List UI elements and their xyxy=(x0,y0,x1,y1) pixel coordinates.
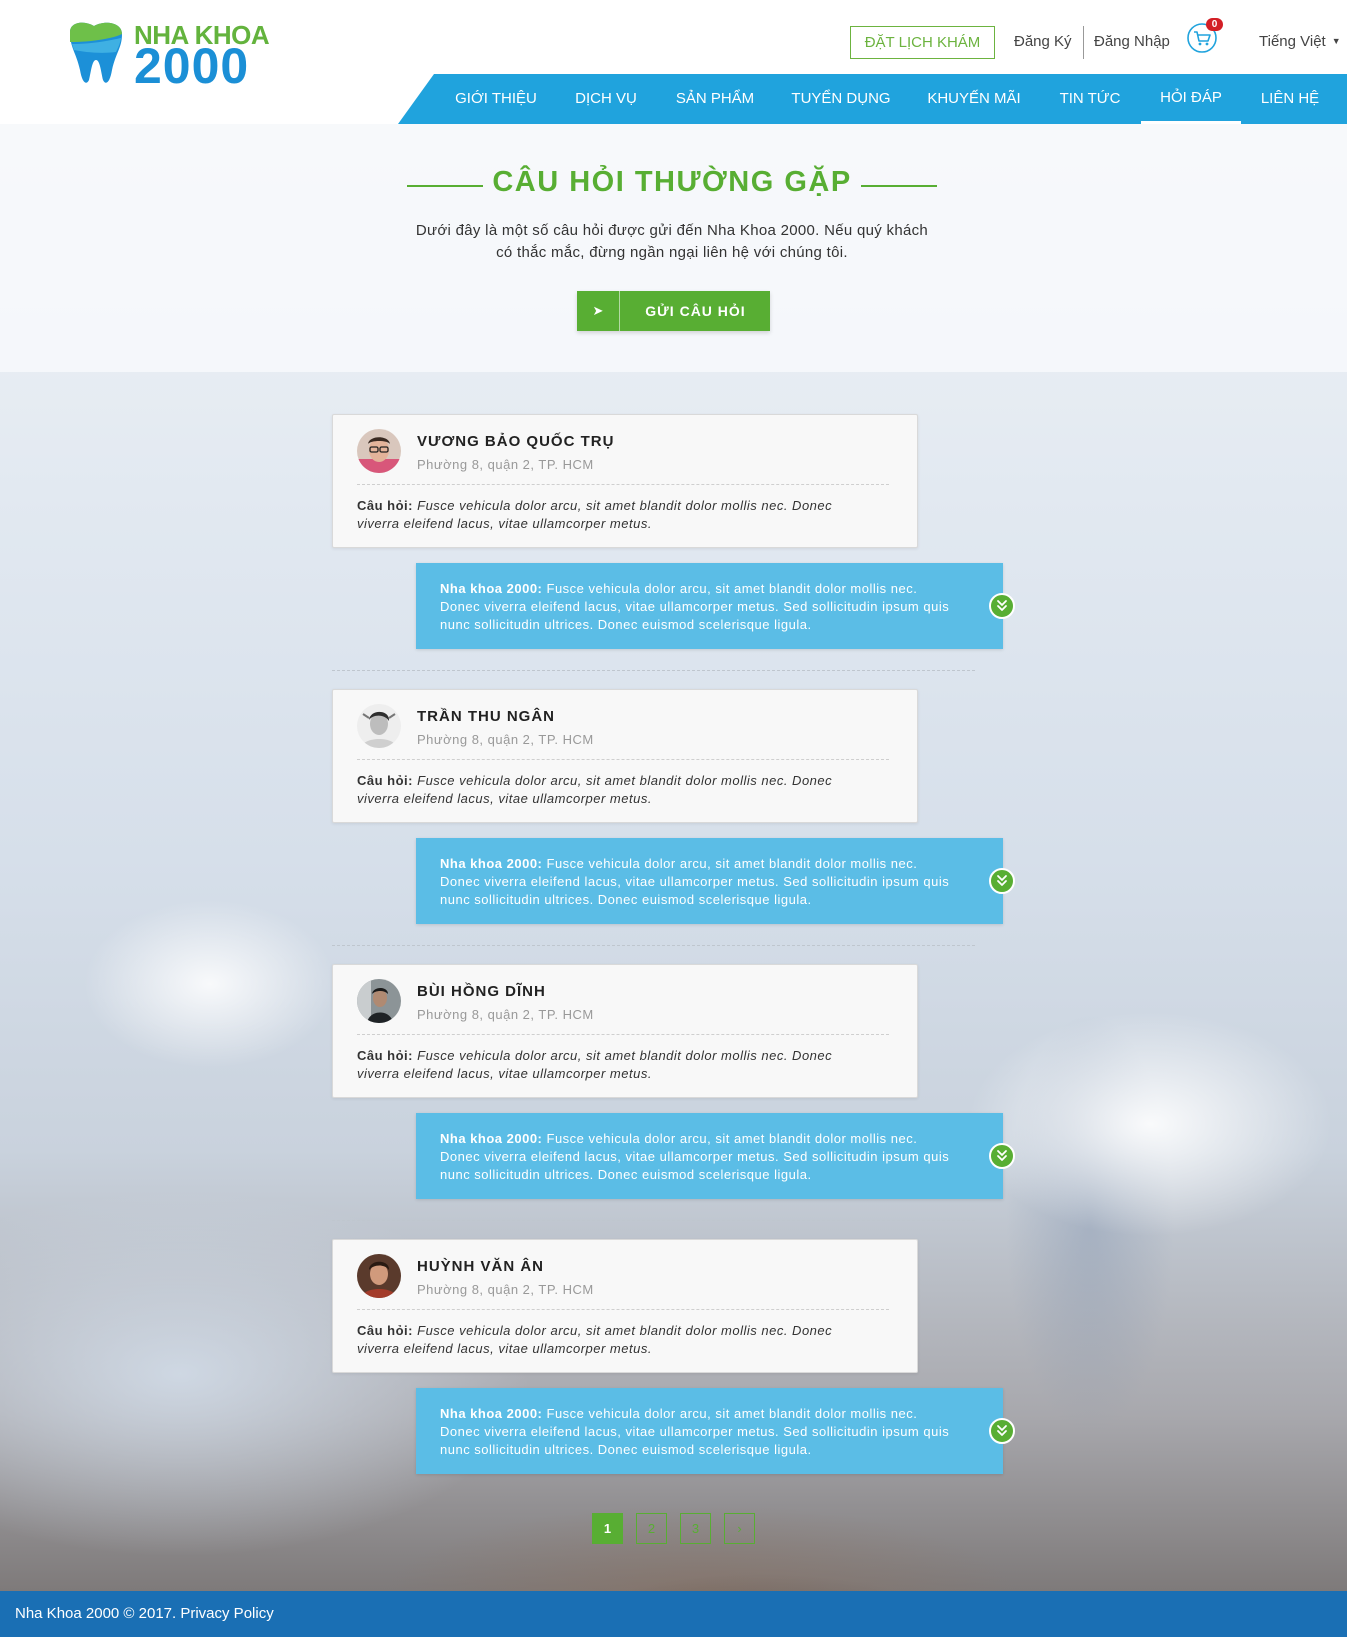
intro-description-line-2: có thắc mắc, đừng ngần ngại liên hệ với … xyxy=(496,244,848,261)
nav-item-tuyen-dung[interactable]: TUYỂN DỤNG xyxy=(784,74,898,124)
send-icon: ➤ xyxy=(577,291,620,331)
asker-name: BÙI HỒNG DĨNH xyxy=(417,983,546,1000)
question-card: VƯƠNG BẢO QUỐC TRỤ Phường 8, quận 2, TP.… xyxy=(332,414,918,548)
chevron-double-down-icon xyxy=(997,1150,1007,1161)
card-separator xyxy=(357,759,889,760)
page-button-3[interactable]: 3 xyxy=(680,1513,711,1544)
site-header: NHA KHOA 2000 ĐẶT LỊCH KHÁM Đăng Ký Đăng… xyxy=(0,0,1347,124)
question-prefix: Câu hỏi: xyxy=(357,1323,413,1338)
register-link[interactable]: Đăng Ký xyxy=(1014,33,1072,50)
question-card: TRẦN THU NGÂN Phường 8, quận 2, TP. HCM … xyxy=(332,689,918,823)
send-question-label: GỬI CÂU HỎI xyxy=(645,303,746,319)
page-button-2[interactable]: 2 xyxy=(636,1513,667,1544)
question-text: Câu hỏi: Fusce vehicula dolor arcu, sit … xyxy=(357,1047,877,1083)
section-title-wrap: CÂU HỎI THƯỜNG GẶP xyxy=(407,166,937,206)
faq-item-divider xyxy=(332,1220,975,1221)
login-link[interactable]: Đăng Nhập xyxy=(1094,33,1170,50)
answer-prefix: Nha khoa 2000: xyxy=(440,581,543,596)
footer-copyright: Nha Khoa 2000 © 2017. Privacy Policy xyxy=(15,1605,274,1622)
question-text: Câu hỏi: Fusce vehicula dolor arcu, sit … xyxy=(357,772,877,808)
question-body: Fusce vehicula dolor arcu, sit amet blan… xyxy=(357,498,833,531)
pagination: 1 2 3 › xyxy=(0,1513,1347,1545)
asker-address: Phường 8, quận 2, TP. HCM xyxy=(417,732,594,747)
card-separator xyxy=(357,1034,889,1035)
page-title: CÂU HỎI THƯỜNG GẶP xyxy=(492,166,852,198)
cart-button[interactable]: 0 xyxy=(1186,18,1226,54)
question-prefix: Câu hỏi: xyxy=(357,498,413,513)
answer-prefix: Nha khoa 2000: xyxy=(440,1131,543,1146)
question-text: Câu hỏi: Fusce vehicula dolor arcu, sit … xyxy=(357,1322,877,1358)
expand-answer-button[interactable] xyxy=(989,593,1015,619)
nav-item-dich-vu[interactable]: DỊCH VỤ xyxy=(566,74,646,124)
answer-text: Nha khoa 2000: Fusce vehicula dolor arcu… xyxy=(440,1405,960,1459)
chevron-double-down-icon xyxy=(997,1425,1007,1436)
asker-name: HUỲNH VĂN ÂN xyxy=(417,1258,545,1275)
main-navigation: GIỚI THIỆU DỊCH VỤ SẢN PHẨM TUYỂN DỤNG K… xyxy=(0,74,1347,124)
book-appointment-button[interactable]: ĐẶT LỊCH KHÁM xyxy=(850,26,995,59)
faq-intro: CÂU HỎI THƯỜNG GẶP Dưới đây là một số câ… xyxy=(0,124,1347,372)
answer-text: Nha khoa 2000: Fusce vehicula dolor arcu… xyxy=(440,580,960,634)
asker-name: TRẦN THU NGÂN xyxy=(417,708,555,725)
chevron-double-down-icon xyxy=(997,875,1007,886)
faq-item-divider xyxy=(332,670,975,671)
answer-text: Nha khoa 2000: Fusce vehicula dolor arcu… xyxy=(440,1130,960,1184)
avatar xyxy=(357,704,401,748)
asker-name: VƯƠNG BẢO QUỐC TRỤ xyxy=(417,433,615,450)
answer-text: Nha khoa 2000: Fusce vehicula dolor arcu… xyxy=(440,855,960,909)
caret-down-icon: ▼ xyxy=(1331,36,1341,46)
site-footer: Nha Khoa 2000 © 2017. Privacy Policy xyxy=(0,1591,1347,1637)
nav-item-gioi-thieu[interactable]: GIỚI THIỆU xyxy=(446,74,546,124)
expand-answer-button[interactable] xyxy=(989,1143,1015,1169)
answer-card: Nha khoa 2000: Fusce vehicula dolor arcu… xyxy=(416,563,1015,649)
question-prefix: Câu hỏi: xyxy=(357,773,413,788)
page-button-1[interactable]: 1 xyxy=(592,1513,623,1544)
asker-address: Phường 8, quận 2, TP. HCM xyxy=(417,1007,594,1022)
answer-prefix: Nha khoa 2000: xyxy=(440,1406,543,1421)
avatar xyxy=(357,979,401,1023)
asker-address: Phường 8, quận 2, TP. HCM xyxy=(417,457,594,472)
language-label: Tiếng Việt xyxy=(1259,33,1326,50)
avatar xyxy=(357,429,401,473)
asker-address: Phường 8, quận 2, TP. HCM xyxy=(417,1282,594,1297)
question-card: HUỲNH VĂN ÂN Phường 8, quận 2, TP. HCM C… xyxy=(332,1239,918,1373)
answer-prefix: Nha khoa 2000: xyxy=(440,856,543,871)
header-link-separator xyxy=(1083,26,1084,59)
intro-description-line-1: Dưới đây là một số câu hỏi được gửi đến … xyxy=(415,222,929,239)
avatar xyxy=(357,1254,401,1298)
card-separator xyxy=(357,484,889,485)
nav-item-khuyen-mai[interactable]: KHUYẾN MÃI xyxy=(918,74,1030,124)
intro-description: Dưới đây là một số câu hỏi được gửi đến … xyxy=(387,220,957,264)
question-body: Fusce vehicula dolor arcu, sit amet blan… xyxy=(357,1323,833,1356)
answer-card: Nha khoa 2000: Fusce vehicula dolor arcu… xyxy=(416,1113,1015,1199)
nav-item-hoi-dap[interactable]: HỎI ĐÁP xyxy=(1141,74,1241,124)
card-separator xyxy=(357,1309,889,1310)
answer-card: Nha khoa 2000: Fusce vehicula dolor arcu… xyxy=(416,1388,1015,1474)
title-decor-line-right xyxy=(861,185,937,187)
faq-item-divider xyxy=(332,945,975,946)
next-page-button[interactable]: › xyxy=(724,1513,755,1544)
question-card: BÙI HỒNG DĨNH Phường 8, quận 2, TP. HCM … xyxy=(332,964,918,1098)
question-prefix: Câu hỏi: xyxy=(357,1048,413,1063)
nav-item-lien-he[interactable]: LIÊN HỆ xyxy=(1248,74,1332,124)
language-selector[interactable]: Tiếng Việt ▼ xyxy=(1259,33,1341,50)
expand-answer-button[interactable] xyxy=(989,868,1015,894)
question-text: Câu hỏi: Fusce vehicula dolor arcu, sit … xyxy=(357,497,877,533)
send-question-button[interactable]: ➤ GỬI CÂU HỎI xyxy=(577,291,770,331)
question-body: Fusce vehicula dolor arcu, sit amet blan… xyxy=(357,773,833,806)
nav-item-san-pham[interactable]: SẢN PHẨM xyxy=(666,74,764,124)
nav-item-tin-tuc[interactable]: TIN TỨC xyxy=(1050,74,1130,124)
cart-count-badge: 0 xyxy=(1206,18,1223,31)
question-body: Fusce vehicula dolor arcu, sit amet blan… xyxy=(357,1048,833,1081)
chevron-double-down-icon xyxy=(997,600,1007,611)
expand-answer-button[interactable] xyxy=(989,1418,1015,1444)
answer-card: Nha khoa 2000: Fusce vehicula dolor arcu… xyxy=(416,838,1015,924)
